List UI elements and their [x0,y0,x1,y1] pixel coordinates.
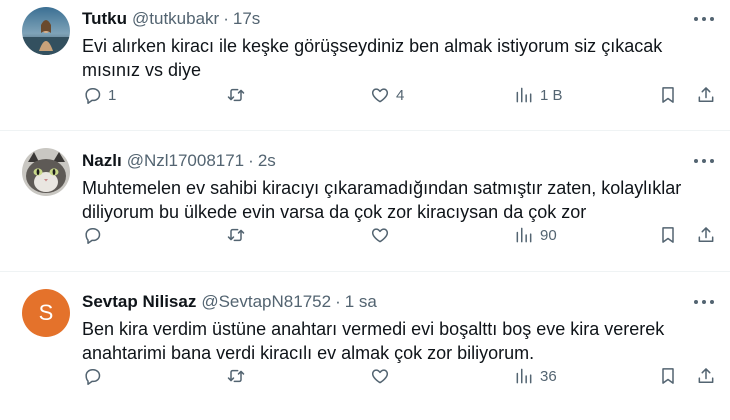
views-count: 36 [540,367,557,385]
like-icon [371,369,389,384]
timestamp[interactable]: 1 sa [345,291,377,313]
reply-feed: Tutku @tutkubakr · 17s Evi alırken kirac… [0,0,730,420]
bookmark-icon [662,368,674,384]
username[interactable]: @SevtapN81752 [201,291,331,313]
bookmark-button[interactable] [658,225,678,245]
like-button[interactable] [370,366,396,386]
avatar[interactable]: S [22,289,70,337]
views-icon [516,227,532,243]
bookmark-icon [662,87,674,103]
username[interactable]: @Nzl17008171 [127,150,244,172]
tweet-text: Ben kira verdim üstüne anahtarı vermedi … [82,319,665,363]
like-icon [371,228,389,243]
retweet-button[interactable] [226,225,252,245]
views-button[interactable]: 36 [514,366,557,386]
share-icon [698,368,714,383]
views-count: 1 B [540,86,563,104]
retweet-icon [227,88,245,102]
more-icon[interactable] [694,152,714,170]
avatar-letter: S [38,300,54,325]
reply-button[interactable] [82,225,108,245]
tweet-text: Evi alırken kiracı ile keşke görüşseydin… [82,36,663,80]
retweet-button[interactable] [226,85,252,105]
share-button[interactable] [696,225,716,245]
like-count: 4 [396,86,405,104]
avatar[interactable] [22,7,70,55]
avatar[interactable] [22,148,70,196]
retweet-button[interactable] [226,366,252,386]
reply-icon [85,369,101,385]
tweet[interactable]: Tutku @tutkubakr · 17s Evi alırken kirac… [0,0,730,131]
bookmark-button[interactable] [658,85,678,105]
display-name[interactable]: Nazlı [82,150,122,172]
views-button[interactable]: 90 [514,225,557,245]
tweet-text: Muhtemelen ev sahibi kiracıyı çıkaramadı… [82,178,682,222]
retweet-icon [227,369,245,383]
timestamp[interactable]: 17s [233,8,260,30]
display-name[interactable]: Sevtap Nilisaz [82,291,196,313]
share-icon [698,87,714,102]
more-icon[interactable] [694,293,714,311]
views-icon [516,87,532,103]
display-name[interactable]: Tutku [82,8,127,30]
share-icon [698,227,714,242]
tweet[interactable]: Nazlı @Nzl17008171 · 2s Muhtemelen ev sa… [0,131,730,272]
retweet-icon [227,228,245,242]
reply-icon [85,228,101,244]
reply-count: 1 [108,86,117,104]
separator-dot: · [223,9,229,28]
like-button[interactable]: 4 [370,85,404,105]
more-icon[interactable] [694,10,714,28]
like-button[interactable] [370,225,396,245]
share-button[interactable] [696,85,716,105]
views-count: 90 [540,226,557,244]
views-icon [516,368,532,384]
separator-dot: · [248,151,254,170]
like-icon [371,88,389,103]
bookmark-button[interactable] [658,366,678,386]
separator-dot: · [335,292,341,311]
timestamp[interactable]: 2s [258,150,276,172]
reply-icon [85,88,101,104]
bookmark-icon [662,227,674,243]
reply-button[interactable]: 1 [82,85,116,105]
share-button[interactable] [696,366,716,386]
username[interactable]: @tutkubakr [132,8,219,30]
reply-button[interactable] [82,366,108,386]
views-button[interactable]: 1 B [514,85,563,105]
tweet[interactable]: S Sevtap Nilisaz @SevtapN81752 · 1 sa Be… [0,272,730,420]
